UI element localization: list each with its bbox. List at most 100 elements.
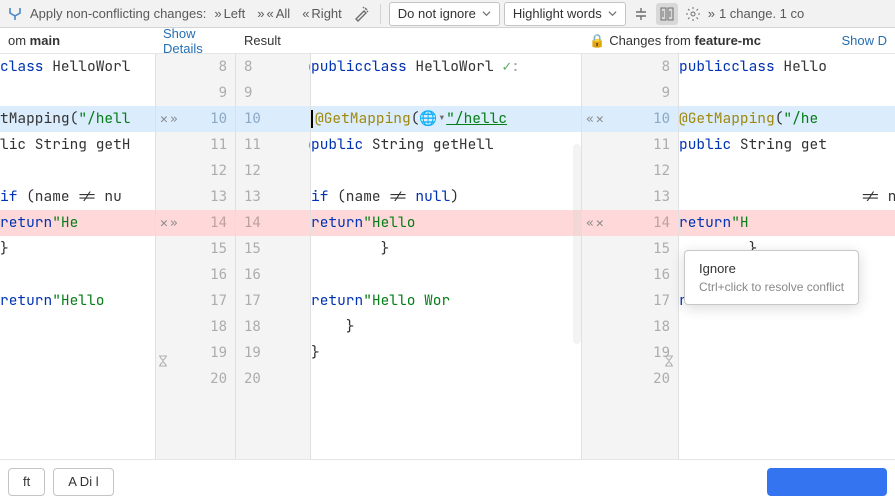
code-line[interactable]: return "H bbox=[679, 210, 895, 236]
left-gutter-2: 891011121314151617181920 bbox=[236, 54, 311, 459]
code-line[interactable] bbox=[311, 262, 581, 288]
check-icon: ✓ bbox=[502, 54, 511, 80]
apply-all-button[interactable]: »« All bbox=[253, 3, 294, 25]
gutter-line: 14 bbox=[236, 210, 310, 236]
hourglass-icon bbox=[156, 354, 170, 368]
code-line[interactable]: } bbox=[311, 236, 581, 262]
gutter-line: 16 bbox=[156, 262, 235, 288]
merge-panes: class HelloWorl tMapping("/helllic String… bbox=[0, 54, 895, 459]
gutter-line: 13 bbox=[236, 184, 310, 210]
gutter-line: ✕ »10 bbox=[156, 106, 235, 132]
highlight-dropdown[interactable]: Highlight words bbox=[504, 2, 626, 26]
code-line[interactable] bbox=[679, 80, 895, 106]
gutter-line: 13 bbox=[582, 184, 678, 210]
chevron-down-icon bbox=[482, 9, 491, 18]
ignore-tooltip: Ignore Ctrl+click to resolve conflict bbox=[684, 250, 859, 305]
gutter-line: 18 bbox=[236, 314, 310, 340]
highlight-dd-label: Highlight words bbox=[513, 6, 602, 21]
gutter-line: 11 bbox=[156, 132, 235, 158]
apply-left-label: Left bbox=[224, 6, 246, 21]
gutter-line: « ✕10 bbox=[582, 106, 678, 132]
branch-bar: om main Show Details Result 🔒Changes fro… bbox=[0, 28, 895, 54]
gutter-line: 12 bbox=[236, 158, 310, 184]
code-line[interactable]: return "Hello Wor bbox=[311, 288, 581, 314]
code-line[interactable] bbox=[0, 158, 155, 184]
code-line[interactable]: public String get bbox=[679, 132, 895, 158]
apply-right-label: Right bbox=[311, 6, 341, 21]
right-gutter: 89« ✕10111213« ✕14151617181920 bbox=[581, 54, 679, 459]
code-line[interactable]: if (name != nu bbox=[0, 184, 155, 210]
gutter-line: 17 bbox=[156, 288, 235, 314]
left-pane[interactable]: class HelloWorl tMapping("/helllic String… bbox=[0, 54, 155, 459]
merge-tool-icon[interactable] bbox=[4, 3, 26, 25]
code-line[interactable]: return "Hello bbox=[311, 210, 581, 236]
scrollbar[interactable] bbox=[573, 144, 581, 344]
settings-gear-icon[interactable] bbox=[682, 3, 704, 25]
code-line[interactable] bbox=[0, 80, 155, 106]
code-line[interactable] bbox=[311, 366, 581, 392]
code-line[interactable]: tMapping("/hell bbox=[0, 106, 155, 132]
apply-label: Apply non-conflicting changes: bbox=[30, 6, 206, 21]
gutter-actions[interactable]: ✕ » bbox=[160, 112, 178, 127]
left-gutter: 89✕ »10111213✕ »14151617181920 bbox=[155, 54, 236, 459]
gutter-line: 15 bbox=[582, 236, 678, 262]
gutter-actions[interactable]: « ✕ bbox=[586, 112, 604, 127]
code-line[interactable]: lic String getH bbox=[0, 132, 155, 158]
code-line[interactable] bbox=[311, 158, 581, 184]
magic-resolve-icon[interactable] bbox=[350, 3, 372, 25]
code-line[interactable]: public class HelloWorl ✓ : bbox=[311, 54, 581, 80]
gutter-line: 16 bbox=[582, 262, 678, 288]
ignore-x-icon: ✕ bbox=[596, 216, 604, 231]
bottom-button-2[interactable]: A Di l bbox=[53, 468, 113, 496]
gutter-line: 11 bbox=[582, 132, 678, 158]
chevrons-right-icon[interactable]: » bbox=[708, 6, 715, 21]
gutter-line: ✕ »14 bbox=[156, 210, 235, 236]
bottom-bar: ft A Di l bbox=[0, 459, 895, 503]
middle-pane[interactable]: public class HelloWorl ✓ : @GetMapping(🌐… bbox=[311, 54, 581, 459]
sync-scroll-icon[interactable] bbox=[656, 3, 678, 25]
show-details-left[interactable]: Show Details bbox=[163, 26, 228, 56]
apply-left-button[interactable]: » Left bbox=[210, 3, 249, 25]
bottom-button-1[interactable]: ft bbox=[8, 468, 45, 496]
merge-toolbar: Apply non-conflicting changes: » Left »«… bbox=[0, 0, 895, 28]
result-label: Result bbox=[244, 33, 281, 48]
apply-all-label: All bbox=[276, 6, 290, 21]
gutter-line: 16 bbox=[236, 262, 310, 288]
code-line[interactable]: return "Hello bbox=[0, 288, 155, 314]
code-line[interactable] bbox=[311, 80, 581, 106]
chevrons-right-icon: » bbox=[257, 6, 264, 21]
code-line[interactable] bbox=[679, 158, 895, 184]
code-line[interactable]: if (name != null) bbox=[311, 184, 581, 210]
gutter-line: 18 bbox=[582, 314, 678, 340]
left-branch-label: om main bbox=[8, 33, 60, 48]
code-line[interactable]: @GetMapping("/he bbox=[679, 106, 895, 132]
tooltip-title: Ignore bbox=[699, 261, 844, 276]
code-line[interactable]: } bbox=[311, 314, 581, 340]
gutter-actions[interactable]: « ✕ bbox=[586, 216, 604, 231]
code-line[interactable]: } bbox=[311, 340, 581, 366]
gutter-actions[interactable]: ✕ » bbox=[160, 216, 178, 231]
gutter-line: 20 bbox=[582, 366, 678, 392]
apply-right-icon: » bbox=[170, 112, 178, 127]
change-nav: » 1 change. 1 co bbox=[708, 6, 805, 21]
gutter-line: 8 bbox=[156, 54, 235, 80]
code-line[interactable]: public String getHell bbox=[311, 132, 581, 158]
chevron-down-icon bbox=[608, 9, 617, 18]
collapse-icon[interactable] bbox=[630, 3, 652, 25]
apply-right-button[interactable]: « Right bbox=[298, 3, 346, 25]
code-line[interactable]: @GetMapping(🌐▾"/hellc bbox=[311, 106, 581, 132]
separator bbox=[380, 4, 381, 24]
chevrons-right-icon: » bbox=[214, 6, 221, 21]
code-line[interactable]: != n bbox=[679, 184, 895, 210]
code-line[interactable]: } bbox=[0, 236, 155, 262]
gutter-line: 9 bbox=[582, 80, 678, 106]
code-line[interactable] bbox=[0, 262, 155, 288]
gutter-line: 15 bbox=[156, 236, 235, 262]
gutter-line: 19 bbox=[236, 340, 310, 366]
code-line[interactable]: return "He bbox=[0, 210, 155, 236]
apply-primary-button[interactable] bbox=[767, 468, 887, 496]
code-line[interactable]: class HelloWorl bbox=[0, 54, 155, 80]
ignore-dropdown[interactable]: Do not ignore bbox=[389, 2, 500, 26]
code-line[interactable]: public class Hello bbox=[679, 54, 895, 80]
show-details-right[interactable]: Show D bbox=[841, 33, 887, 48]
